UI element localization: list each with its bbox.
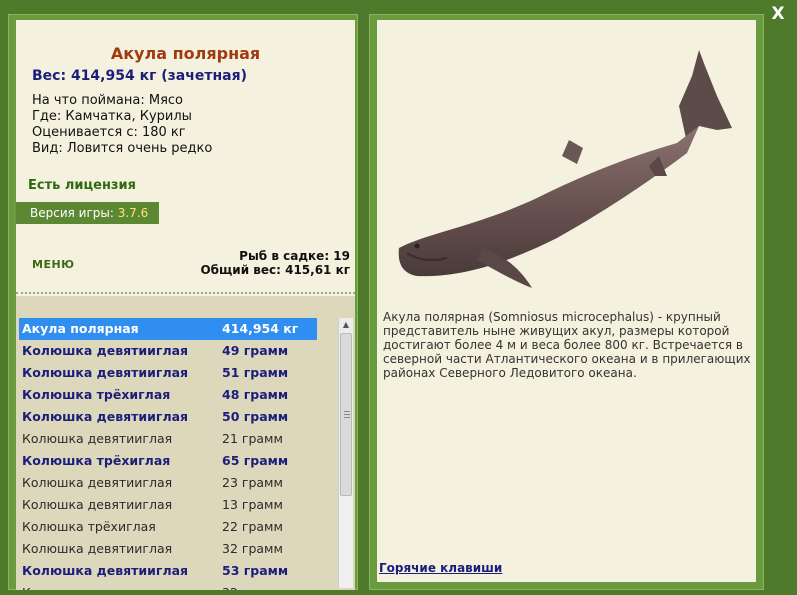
version-number: 3.7.6 [117, 206, 149, 220]
scroll-up-arrow-icon[interactable]: ▲ [339, 318, 353, 332]
menu-button[interactable]: МЕНЮ [32, 258, 75, 271]
fish-description: Акула полярная (Somniosus microcephalus)… [383, 310, 751, 380]
fish-name: Колюшка девятииглая [22, 563, 189, 578]
fish-weight-value: 49 грамм [222, 343, 289, 358]
fish-name: Колюшка девятииглая [22, 431, 173, 446]
cage-stats: Рыб в садке: 19 Общий вес: 415,61 кг [200, 249, 350, 277]
fish-name: Колюшка трёхиглая [22, 519, 156, 534]
fish-weight-value: 53 грамм [222, 563, 289, 578]
fish-title: Акула полярная [110, 44, 261, 63]
list-item[interactable]: Колюшка девятииглая 21 грамм [19, 428, 317, 450]
scrollbar[interactable]: ▲ [338, 318, 353, 588]
fish-detail-panel: Акула полярная (Somniosus microcephalus)… [377, 20, 756, 582]
version-bar: Версия игры: 3.7.6 [16, 202, 159, 224]
hotkeys-link[interactable]: Горячие клавиши [379, 561, 502, 575]
fish-name: Колюшка трёхиглая [22, 453, 171, 468]
location-info: Где: Камчатка, Курилы [32, 109, 192, 124]
cage-fish-count: Рыб в садке: 19 [239, 249, 350, 263]
fish-weight-value: 414,954 кг [222, 321, 299, 336]
list-item[interactable]: Колюшка девятииглая 32 грамм [19, 538, 317, 560]
shark-image [398, 50, 732, 288]
version-label: Версия игры: [30, 206, 114, 220]
list-item[interactable]: Колюшка девятииглая 13 грамм [19, 494, 317, 516]
list-item[interactable]: Колюшка трёхиглая 22 грамм [19, 516, 317, 538]
value-info: Оценивается с: 180 кг [32, 125, 186, 140]
rarity-info: Вид: Ловится очень редко [32, 141, 213, 156]
fish-name: Колюшка трёхиглая [22, 387, 171, 402]
fish-weight-value: 65 грамм [222, 453, 289, 468]
fish-info-panel: Акула полярная Вес: 414,954 кг (зачетная… [16, 20, 355, 590]
fish-weight-value: 51 грамм [222, 365, 289, 380]
grip-line [344, 417, 350, 418]
license-status: Есть лицензия [28, 178, 136, 193]
fish-weight-value: 23 грамм [222, 475, 283, 490]
scroll-thumb[interactable] [340, 333, 352, 496]
fish-name: Колюшка девятииглая [22, 409, 189, 424]
fish-name: Колюшка девятииглая [22, 582, 172, 590]
fish-weight-value: 32 грамм [222, 541, 283, 556]
fish-weight-value: 21 грамм [222, 431, 283, 446]
grip-line [344, 411, 350, 412]
fish-weight-value: 22 грамм [222, 519, 283, 534]
list-item[interactable]: Колюшка девятииглая 53 грамм [19, 560, 317, 582]
list-item[interactable]: Колюшка трёхиглая 48 грамм [19, 384, 317, 406]
fish-name: Акула полярная [22, 321, 139, 336]
fish-weight-value: 50 грамм [222, 409, 289, 424]
list-item[interactable]: Колюшка девятииглая 32 грамм [19, 582, 317, 590]
list-item[interactable]: Колюшка девятииглая 49 грамм [19, 340, 317, 362]
close-button[interactable]: X [769, 4, 787, 24]
fish-weight-value: 32 грамм [222, 582, 283, 590]
list-item[interactable]: Колюшка девятииглая 51 грамм [19, 362, 317, 384]
list-item[interactable]: Колюшка девятииглая 23 грамм [19, 472, 317, 494]
list-item[interactable]: Колюшка трёхиглая 65 грамм [19, 450, 317, 472]
fish-weight-value: 48 грамм [222, 387, 289, 402]
fish-weight-value: 13 грамм [222, 497, 283, 512]
list-item[interactable]: Колюшка девятииглая 50 грамм [19, 406, 317, 428]
fish-name: Колюшка девятииглая [22, 365, 189, 380]
grip-line [344, 414, 350, 415]
fish-name: Колюшка девятииглая [22, 497, 173, 512]
divider [16, 292, 355, 294]
cage-total-weight: Общий вес: 415,61 кг [200, 263, 350, 277]
fish-weight: Вес: 414,954 кг (зачетная) [32, 68, 247, 84]
fish-name: Колюшка девятииглая [22, 343, 189, 358]
catch-list[interactable]: Акула полярная 414,954 кг Колюшка девятииг… [16, 296, 355, 590]
bait-info: На что поймана: Мясо [32, 93, 184, 108]
fish-name: Колюшка девятииглая [22, 475, 173, 490]
fish-name: Колюшка девятииглая [22, 541, 173, 556]
list-item[interactable]: Акула полярная 414,954 кг [19, 318, 317, 340]
